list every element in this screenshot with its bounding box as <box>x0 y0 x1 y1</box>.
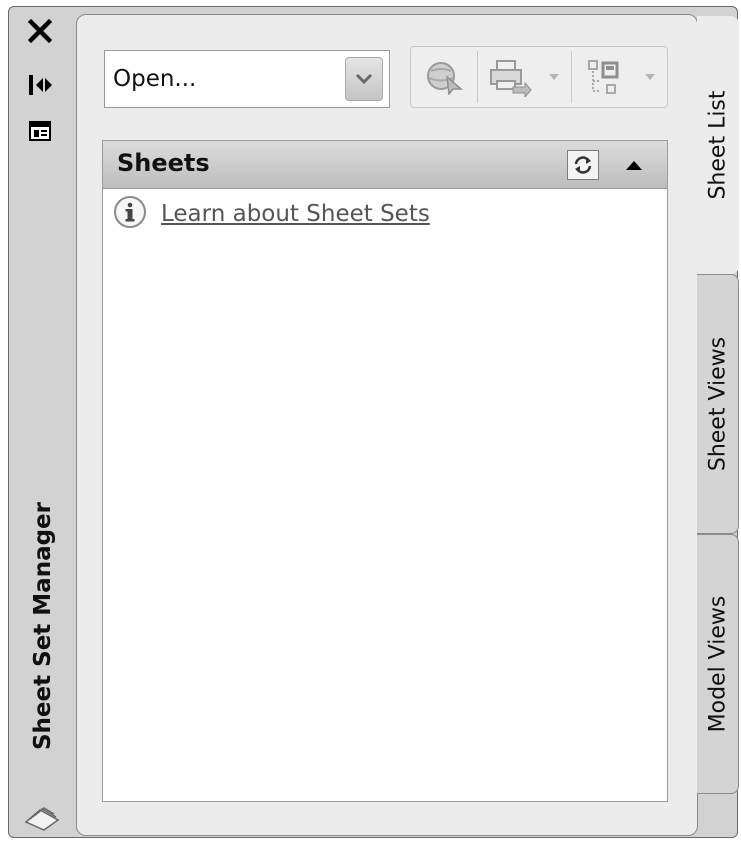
sheet-toolbar <box>410 46 668 108</box>
sheets-title: Sheets <box>117 149 210 177</box>
collapse-up-icon[interactable] <box>621 153 647 177</box>
sheet-set-icon <box>22 802 62 832</box>
info-icon <box>113 195 147 233</box>
close-icon[interactable] <box>26 18 54 44</box>
toolbar-separator <box>477 51 478 103</box>
printer-publish-icon[interactable] <box>481 53 539 101</box>
tab-label: Sheet List <box>705 90 730 200</box>
tab-label: Sheet Views <box>705 336 730 472</box>
chevron-down-icon[interactable] <box>345 57 383 101</box>
toolbar-separator <box>571 51 572 103</box>
refresh-icon[interactable] <box>567 150 599 180</box>
tab-label: Model Views <box>705 595 730 733</box>
tab-sheet-views[interactable]: Sheet Views <box>697 274 739 534</box>
sheet-selection-dropdown-icon[interactable] <box>635 53 665 101</box>
sheets-header: Sheets <box>103 141 667 189</box>
palette-title: Sheet Set Manager <box>30 502 56 751</box>
palette-title-bar[interactable]: Sheet Set Manager <box>8 6 74 838</box>
autohide-icon[interactable] <box>26 72 54 98</box>
globe-publish-icon[interactable] <box>417 53 473 101</box>
sheets-tree: Sheets Learn about Sheet Sets <box>102 140 668 802</box>
tab-sheet-list[interactable]: Sheet List <box>697 16 739 274</box>
properties-icon[interactable] <box>26 118 54 144</box>
sheet-set-select[interactable]: Open... <box>104 50 390 108</box>
learn-about-sheet-sets-link[interactable]: Learn about Sheet Sets <box>161 201 430 227</box>
publish-dropdown-icon[interactable] <box>541 53 567 101</box>
sheet-set-select-value: Open... <box>113 66 197 92</box>
tab-model-views[interactable]: Model Views <box>697 534 739 794</box>
sheet-selection-icon[interactable] <box>575 53 631 101</box>
info-row: Learn about Sheet Sets <box>113 195 430 233</box>
